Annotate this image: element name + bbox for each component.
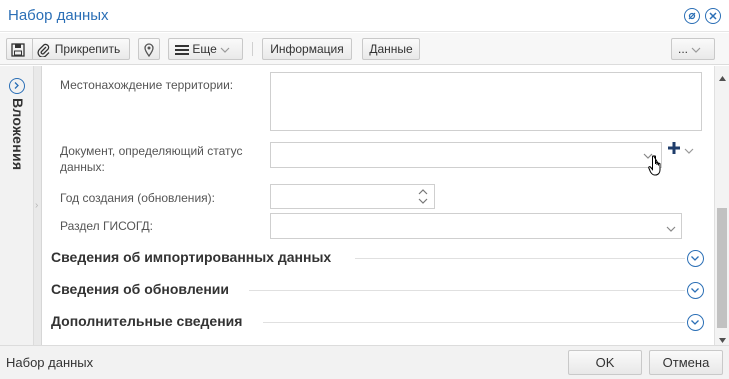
chevron-down-icon [691,42,701,56]
scroll-up-icon[interactable] [719,70,726,84]
more-label: Еще [192,42,217,56]
more-button[interactable]: Еще [168,38,243,60]
splitter-arrow-icon: › [35,200,39,211]
save-attach-group: Прикрепить [6,38,130,60]
overflow-button[interactable]: ... [671,38,715,60]
close-icon[interactable] [705,8,721,24]
expand-sidebar-icon[interactable] [9,78,25,94]
chevron-down-icon [684,144,694,158]
section-imported-data[interactable]: Сведения об импортированных данных [51,248,711,268]
location-label: Местонахождение территории: [60,78,234,92]
paperclip-icon [37,42,54,58]
section-title: Сведения об обновлении [51,281,229,297]
section-title: Сведения об импортированных данных [51,249,332,265]
vertical-scrollbar[interactable] [714,66,729,345]
section-divider [263,322,685,323]
form-content: Местонахождение территории: Документ, оп… [42,66,714,345]
scrollbar-thumb[interactable] [717,208,727,328]
panel-splitter[interactable]: › [34,66,42,345]
document-label-line2: данных: [60,160,105,174]
chevron-down-icon [220,42,230,56]
year-label: Год создания (обновления): [60,191,215,205]
scroll-down-icon[interactable] [719,332,726,346]
status-text: Набор данных [6,355,94,370]
window-title: Набор данных [8,7,109,24]
circle-chevron-icon[interactable] [687,282,704,299]
document-label-line1: Документ, определяющий статус [60,144,243,158]
gisogd-section-label: Раздел ГИСОГД: [60,219,154,233]
attach-label: Прикрепить [54,42,121,56]
toolbar: Прикрепить Еще Информация Данные ... [0,33,729,65]
overflow-label: ... [678,42,689,56]
hand-cursor-icon [648,155,666,180]
settings-icon[interactable] [684,8,700,24]
cancel-button[interactable]: Отмена [649,350,723,375]
document-label: Документ, определяющий статус данных: [60,143,242,175]
document-menu-dropdown[interactable] [684,144,694,158]
location-textarea[interactable] [270,72,702,131]
spinner-arrows-icon[interactable] [418,188,428,208]
toolbar-separator [252,42,253,56]
map-pin-button[interactable] [138,38,160,60]
dialog-footer: Набор данных OK Отмена [0,345,729,379]
data-button[interactable]: Данные [362,38,420,60]
map-pin-icon [144,42,154,57]
title-bar: Набор данных [0,0,729,32]
attachments-tab[interactable]: Вложения [10,98,26,170]
ok-button[interactable]: OK [568,350,642,375]
year-spinner[interactable] [270,184,435,209]
info-button[interactable]: Информация [262,38,352,60]
document-select[interactable] [270,142,662,168]
add-document-button[interactable] [666,140,682,159]
gisogd-section-select[interactable] [270,213,682,239]
circle-chevron-icon[interactable] [687,250,704,267]
plus-icon [666,142,682,159]
section-divider [249,290,685,291]
attachments-sidebar: Вложения [0,66,34,345]
circle-chevron-icon[interactable] [687,314,704,331]
section-title: Дополнительные сведения [51,313,243,329]
save-icon[interactable] [11,39,29,59]
section-divider [355,258,685,259]
attach-button[interactable]: Прикрепить [32,39,120,59]
section-update-info[interactable]: Сведения об обновлении [51,280,711,300]
chevron-down-icon [666,222,676,236]
menu-icon [175,42,192,56]
section-additional-info[interactable]: Дополнительные сведения [51,312,711,332]
